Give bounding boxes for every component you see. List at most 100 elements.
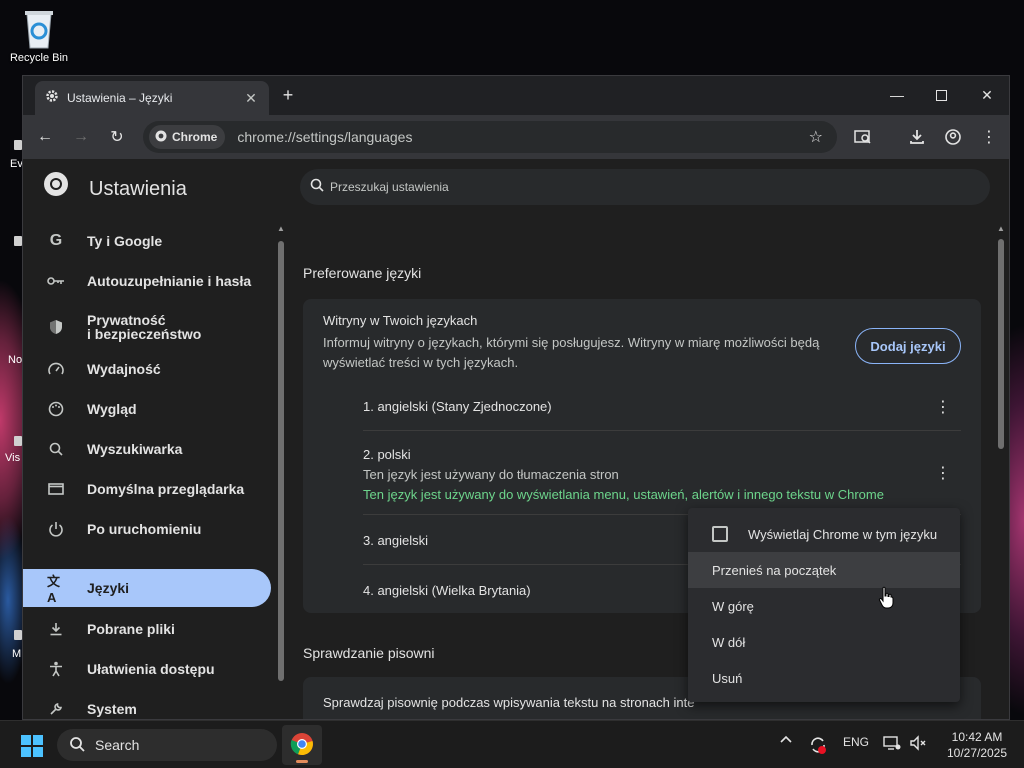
speedometer-icon (47, 360, 65, 378)
minimize-button[interactable]: — (875, 82, 919, 108)
recycle-bin-shortcut[interactable]: Recycle Bin (6, 6, 72, 64)
desktop-shortcut-icon[interactable] (14, 436, 22, 446)
tab-title: Ustawienia – Języki (67, 91, 173, 105)
more-options-icon[interactable]: ⋮ (935, 463, 951, 483)
power-icon (47, 520, 65, 538)
chrome-chip[interactable]: Chrome (149, 125, 226, 149)
scroll-up-arrow-icon[interactable]: ▲ (277, 225, 285, 233)
sync-alert-icon[interactable] (808, 735, 828, 755)
menu-item-move-down[interactable]: W dół (688, 624, 960, 660)
sidebar-item-autofill[interactable]: Autouzupełnianie i hasła (23, 261, 271, 301)
menu-item-remove[interactable]: Usuń (688, 660, 960, 696)
wrench-icon (47, 700, 65, 718)
search-icon (310, 178, 324, 197)
sidebar-item-languages[interactable]: 文A Języki (23, 569, 271, 607)
title-bar: Ustawienia – Języki ✕ + — ✕ (23, 76, 1009, 115)
settings-sidebar: G Ty i Google Autouzupełnianie i hasła P… (23, 219, 275, 719)
show-hidden-icons-chevron-icon[interactable] (778, 735, 794, 743)
active-app-indicator (296, 760, 308, 763)
translate-icon: 文A (47, 574, 61, 605)
add-languages-button[interactable]: Dodaj języki (855, 328, 961, 364)
back-arrow-icon[interactable]: ← (31, 123, 59, 151)
search-icon (69, 736, 85, 755)
new-tab-button[interactable]: + (277, 84, 299, 106)
input-language-indicator[interactable]: ENG (842, 735, 870, 749)
preferred-languages-title: Preferowane języki (303, 265, 422, 281)
sidebar-item-accessibility[interactable]: Ułatwienia dostępu (23, 649, 271, 689)
desktop-shortcut-label: No (8, 354, 23, 366)
sidebar-item-on-startup[interactable]: Po uruchomieniu (23, 509, 271, 549)
page-title: Ustawienia (89, 178, 187, 200)
menu-item-move-to-top[interactable]: Przenieś na początek (688, 552, 960, 588)
search-input[interactable] (330, 180, 930, 194)
main-scrollbar[interactable]: ▲ (997, 219, 1005, 719)
sidebar-item-default-browser[interactable]: Domyślna przeglądarka (23, 469, 271, 509)
sidebar-item-search-engine[interactable]: Wyszukiwarka (23, 429, 271, 469)
translation-note: Ten język jest używany do tłumaczenia st… (363, 467, 619, 482)
sidebar-item-downloads[interactable]: Pobrane pliki (23, 609, 271, 649)
taskbar-search-label: Search (95, 737, 140, 753)
clock-date: 10/27/2025 (946, 746, 1008, 760)
language-name: 4. angielski (Wielka Brytania) (363, 583, 531, 598)
download-icon[interactable] (903, 123, 931, 151)
sidebar-item-appearance[interactable]: Wygląd (23, 389, 271, 429)
accessibility-icon (47, 660, 65, 678)
scroll-up-arrow-icon[interactable]: ▲ (997, 225, 1005, 233)
sidebar-scrollbar[interactable]: ▲ (277, 219, 285, 719)
settings-header: Ustawienia (23, 159, 1009, 209)
spell-check-title: Sprawdzanie pisowni (303, 645, 435, 661)
star-icon[interactable]: ☆ (809, 127, 823, 147)
key-icon (47, 272, 65, 290)
reload-icon[interactable]: ↻ (103, 123, 131, 151)
sidebar-item-you-and-google[interactable]: G Ty i Google (23, 221, 271, 261)
language-row: 1. angielski (Stany Zjednoczone) ⋮ (363, 383, 961, 431)
more-options-icon[interactable]: ⋮ (935, 397, 951, 417)
menu-item-display-chrome-in-language[interactable]: Wyświetlaj Chrome w tym języku (688, 516, 960, 552)
volume-muted-icon[interactable] (908, 735, 928, 751)
card-heading: Witryny w Twoich językach (323, 313, 478, 328)
sidebar-item-privacy[interactable]: Prywatność i bezpieczeństwo (23, 305, 271, 349)
hand-cursor-icon (878, 586, 894, 610)
desktop-shortcut-icon[interactable] (14, 236, 22, 246)
sidebar-item-performance[interactable]: Wydajność (23, 349, 271, 389)
desktop-shortcut-icon[interactable] (14, 630, 22, 640)
language-name: 3. angielski (363, 533, 429, 548)
tab-search-icon[interactable] (849, 123, 877, 151)
main-scroll-thumb[interactable] (998, 239, 1004, 449)
menu-kebab-icon[interactable]: ⋮ (975, 123, 1003, 151)
taskbar-search[interactable]: Search (57, 729, 277, 761)
language-name: 1. angielski (Stany Zjednoczone) (363, 399, 552, 414)
forward-arrow-icon[interactable]: → (67, 123, 95, 151)
download-icon (47, 620, 65, 638)
browser-toolbar: ← → ↻ Chrome chrome://settings/languages… (23, 115, 1009, 159)
settings-search[interactable] (300, 169, 990, 205)
windows-start-icon[interactable] (20, 734, 44, 758)
sidebar-item-system[interactable]: System (23, 689, 271, 719)
language-row: 2. polski Ten język jest używany do tłum… (363, 431, 961, 515)
profile-icon[interactable] (939, 123, 967, 151)
checkbox[interactable] (712, 526, 728, 542)
tab-settings[interactable]: Ustawienia – Języki ✕ (35, 81, 269, 115)
url-text[interactable]: chrome://settings/languages (237, 129, 808, 145)
maximize-button[interactable] (919, 82, 963, 108)
taskbar-clock[interactable]: 10:42 AM 10/27/2025 (940, 729, 1014, 761)
chrome-logo-icon (155, 130, 167, 145)
menu-item-move-up[interactable]: W górę (688, 588, 960, 624)
close-window-button[interactable]: ✕ (965, 82, 1009, 108)
card-description: Informuj witryny o językach, którymi się… (323, 335, 820, 370)
network-icon[interactable] (882, 735, 902, 751)
gear-icon (45, 89, 59, 108)
sidebar-scroll-thumb[interactable] (278, 241, 284, 681)
browser-window-icon (47, 480, 65, 498)
desktop-shortcut-label: M (12, 648, 22, 660)
desktop-shortcut-label: Ev (10, 158, 23, 170)
address-bar[interactable]: Chrome chrome://settings/languages ☆ (143, 121, 837, 153)
shield-icon (47, 318, 65, 336)
taskbar-chrome-app[interactable] (282, 725, 322, 765)
taskbar: Search ENG 10:42 AM 10/27/2025 (0, 720, 1024, 768)
google-icon: G (49, 232, 63, 249)
language-context-menu: Wyświetlaj Chrome w tym języku Przenieś … (688, 508, 960, 702)
close-tab-icon[interactable]: ✕ (243, 90, 259, 106)
desktop-shortcut-icon[interactable] (14, 140, 22, 150)
chip-label: Chrome (172, 130, 218, 144)
